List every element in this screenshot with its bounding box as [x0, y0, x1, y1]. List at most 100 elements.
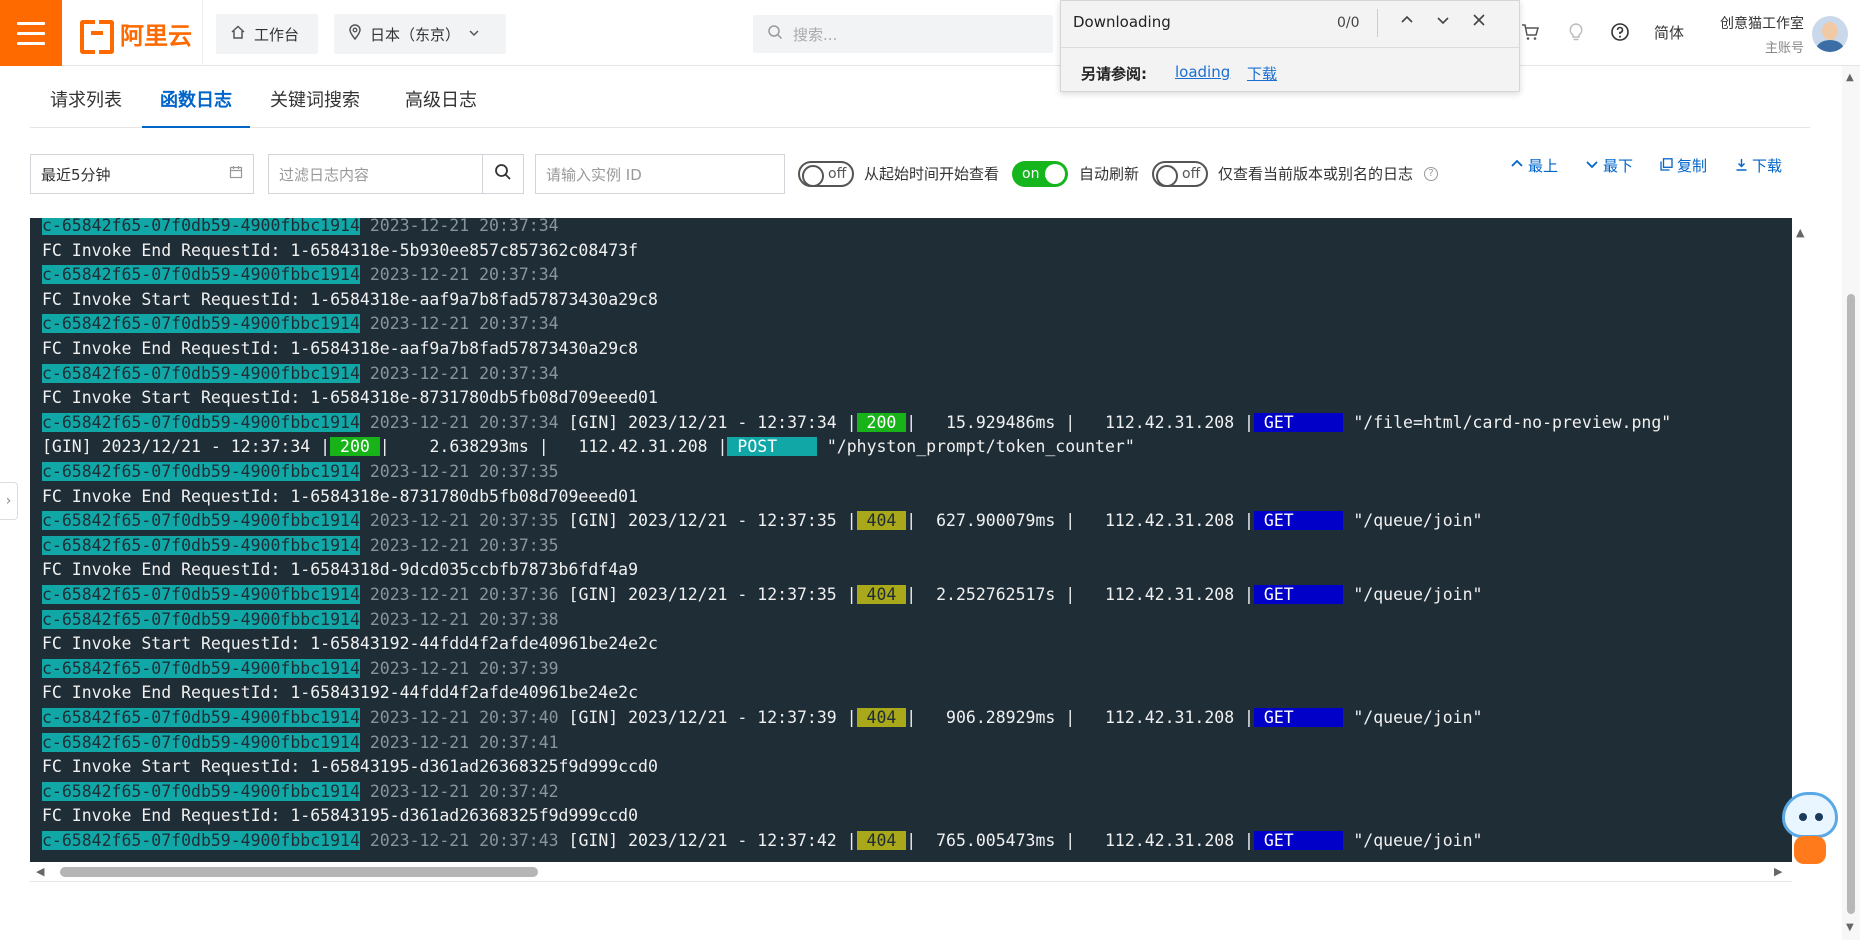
instance-id: c-65842f65-07f0db59-4900fbbc1914 [42, 732, 360, 752]
bulb-icon[interactable] [1566, 22, 1586, 46]
scroll-bottom-button[interactable]: 最下 [1585, 155, 1633, 176]
request-path: "/file=html/card-no-preview.png" [1353, 412, 1672, 432]
scroll-top-button[interactable]: 最上 [1510, 155, 1558, 176]
toggle-state: on [1022, 166, 1040, 182]
copy-button[interactable]: 复制 [1660, 155, 1707, 176]
http-status-badge: 404 [856, 585, 907, 604]
gin-time: 2023/12/21 - 12:37:35 [628, 511, 837, 531]
tab-keyword-search[interactable]: 关键词搜索 [258, 66, 372, 128]
log-line: c-65842f65-07f0db59-4900fbbc1914 2023-12… [42, 461, 559, 483]
help-icon[interactable]: ? [1424, 167, 1438, 181]
http-method-badge: GET [1254, 585, 1344, 604]
close-icon[interactable] [1467, 11, 1491, 35]
assistant-eye [1815, 813, 1823, 821]
log-line: FC Invoke End RequestId: 1-6584318e-8731… [42, 486, 638, 508]
http-method-badge: GET [1254, 412, 1344, 432]
log-line: c-65842f65-07f0db59-4900fbbc1914 2023-12… [42, 585, 1483, 604]
log-line: c-65842f65-07f0db59-4900fbbc1914 2023-12… [42, 781, 559, 803]
log-line: FC Invoke End RequestId: 1-65843195-d361… [42, 805, 638, 827]
page-scroll-down-arrow[interactable]: ▼ [1846, 922, 1854, 933]
chevron-down-icon [468, 25, 480, 43]
log-line: [GIN] 2023/12/21 - 12:37:34 | 200 | 2.63… [42, 437, 1135, 457]
copy-icon [1660, 157, 1673, 175]
log-line: c-65842f65-07f0db59-4900fbbc1914 2023-12… [42, 831, 1483, 850]
language-switch[interactable]: 简体 [1654, 22, 1684, 43]
instance-id: c-65842f65-07f0db59-4900fbbc1914 [42, 363, 360, 383]
side-expand-handle[interactable]: › [0, 482, 18, 520]
cart-icon[interactable] [1520, 22, 1540, 46]
find-query-input[interactable]: Downloading [1073, 13, 1171, 31]
menu-icon[interactable] [0, 0, 62, 66]
log-message: FC Invoke Start RequestId: 1-6584318e-87… [42, 388, 658, 408]
request-latency: 15.929486ms [916, 412, 1056, 432]
request-latency: 627.900079ms [916, 511, 1056, 531]
page-scrollbar[interactable]: ▲ ▼ [1842, 66, 1860, 940]
search-button[interactable] [482, 154, 524, 194]
chevron-down-icon[interactable] [1431, 11, 1455, 35]
top-navbar: 阿里云 工作台 日本（东京） 搜索... 简体 创意猫工作室 主账号 [0, 0, 1860, 66]
scroll-right-arrow[interactable]: ▶ [1774, 865, 1782, 878]
page-scroll-up-arrow[interactable]: ▲ [1846, 72, 1854, 83]
log-timestamp: 2023-12-21 20:37:34 [369, 218, 559, 235]
time-range-value: 最近5分钟 [41, 165, 111, 184]
instance-id: c-65842f65-07f0db59-4900fbbc1914 [42, 781, 360, 801]
instance-id-input[interactable]: 请输入实例 ID [535, 154, 785, 194]
log-message: FC Invoke End RequestId: 1-65843192-44fd… [42, 683, 639, 703]
http-status-badge: 404 [856, 831, 907, 850]
log-line: c-65842f65-07f0db59-4900fbbc1914 2023-12… [42, 732, 559, 754]
log-message: FC Invoke End RequestId: 1-6584318e-8731… [42, 486, 639, 506]
help-icon[interactable] [1610, 22, 1630, 46]
log-filter-input[interactable]: 过滤日志内容 [268, 154, 483, 194]
scrollbar-thumb[interactable] [60, 867, 538, 877]
from-start-toggle[interactable]: off [798, 161, 854, 187]
log-console[interactable]: c-65842f65-07f0db59-4900fbbc1914 2023-12… [30, 218, 1792, 862]
region-selector[interactable]: 日本（东京） [334, 14, 506, 54]
toggle-state: off [1182, 166, 1201, 182]
log-line: c-65842f65-07f0db59-4900fbbc1914 2023-12… [42, 264, 559, 286]
auto-refresh-toggle[interactable]: on [1012, 161, 1068, 187]
http-method-badge: POST [727, 437, 817, 457]
request-path: "/queue/join" [1353, 831, 1483, 850]
current-version-toggle[interactable]: off [1152, 161, 1208, 187]
account-info[interactable]: 创意猫工作室 主账号 [1708, 13, 1804, 56]
workbench-button[interactable]: 工作台 [216, 14, 318, 54]
http-method-badge: GET [1254, 708, 1344, 727]
scroll-up-arrow[interactable]: ▲ [1796, 226, 1804, 239]
time-range-picker[interactable]: 最近5分钟 [30, 154, 254, 194]
log-message: FC Invoke Start RequestId: 1-6584318e-aa… [42, 289, 658, 309]
log-horizontal-scrollbar[interactable]: ◀ ▶ [30, 862, 1792, 882]
log-timestamp: 2023-12-21 20:37:34 [369, 363, 559, 383]
tab-advanced-logs[interactable]: 高级日志 [388, 66, 494, 128]
instance-id: c-65842f65-07f0db59-4900fbbc1914 [42, 535, 360, 555]
search-placeholder: 搜索... [793, 25, 838, 44]
gin-time: 2023/12/21 - 12:37:34 [628, 412, 837, 432]
global-search-input[interactable]: 搜索... [753, 15, 1053, 53]
search-icon [494, 163, 512, 185]
avatar[interactable] [1812, 16, 1848, 52]
log-message: FC Invoke Start RequestId: 1-65843195-d3… [42, 757, 658, 777]
log-vertical-scrollbar[interactable]: ▲ [1792, 218, 1810, 862]
instance-id: c-65842f65-07f0db59-4900fbbc1914 [42, 218, 360, 235]
download-icon [1735, 157, 1748, 175]
client-ip: 112.42.31.208 [1104, 412, 1235, 432]
scroll-left-arrow[interactable]: ◀ [36, 865, 44, 878]
aliyun-logo[interactable]: 阿里云 [80, 18, 192, 54]
log-timestamp: 2023-12-21 20:37:34 [369, 314, 559, 334]
gin-time: 2023/12/21 - 12:37:35 [628, 585, 837, 604]
download-button[interactable]: 下载 [1735, 155, 1782, 176]
request-path: "/queue/join" [1353, 708, 1483, 727]
log-line: FC Invoke End RequestId: 1-6584318e-5b93… [42, 240, 638, 262]
log-message: FC Invoke End RequestId: 1-6584318d-9dcd… [42, 560, 639, 580]
log-line: FC Invoke End RequestId: 1-6584318d-9dcd… [42, 559, 638, 581]
assistant-icon[interactable] [1778, 790, 1842, 866]
from-start-label: 从起始时间开始查看 [864, 165, 1000, 183]
search-icon [767, 24, 783, 44]
chevron-up-icon[interactable] [1395, 11, 1419, 35]
workbench-label: 工作台 [254, 25, 300, 44]
scroll-bottom-label: 最下 [1603, 157, 1634, 175]
tab-function-logs[interactable]: 函数日志 [142, 66, 250, 128]
page-scrollbar-thumb[interactable] [1847, 294, 1855, 914]
tab-request-list[interactable]: 请求列表 [30, 66, 142, 128]
request-path: "/physton_prompt/token_counter" [826, 437, 1135, 457]
log-timestamp: 2023-12-21 20:37:36 [369, 585, 559, 604]
